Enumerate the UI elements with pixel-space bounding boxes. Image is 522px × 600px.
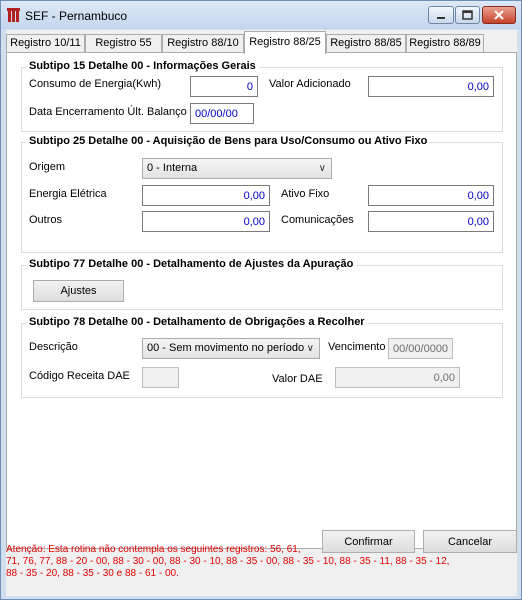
valor-dae-field[interactable]	[335, 367, 460, 388]
chevron-down-icon: ∨	[318, 163, 326, 174]
group-title-subtipo-25: Subtipo 25 Detalhe 00 - Aquisição de Ben…	[26, 135, 431, 147]
chevron-down-icon: ∨	[306, 343, 314, 354]
valor-dae-label: Valor DAE	[272, 373, 323, 385]
tab-registro-88-25[interactable]: Registro 88/25	[244, 31, 326, 54]
group-title-subtipo-15: Subtipo 15 Detalhe 00 - Informações Gera…	[26, 60, 259, 72]
origem-selected-value: 0 - Interna	[147, 162, 198, 174]
consumo-energia-field[interactable]	[190, 76, 258, 97]
group-subtipo-78: Subtipo 78 Detalhe 00 - Detalhamento de …	[21, 316, 503, 398]
group-subtipo-77: Subtipo 77 Detalhe 00 - Detalhamento de …	[21, 258, 503, 310]
tab-registro-55[interactable]: Registro 55	[85, 34, 162, 53]
sef-app-icon	[7, 8, 20, 22]
descricao-selected-value: 00 - Sem movimento no período	[147, 342, 305, 354]
ativo-fixo-label: Ativo Fixo	[281, 188, 330, 200]
minimize-icon	[437, 17, 445, 19]
comunicacoes-label: Comunicações	[281, 214, 354, 226]
outros-field[interactable]	[142, 211, 270, 232]
origem-label: Origem	[29, 161, 66, 173]
tab-registro-88-85[interactable]: Registro 88/85	[326, 34, 406, 53]
tab-registro-88-89[interactable]: Registro 88/89	[406, 34, 484, 53]
tab-registro-10-11[interactable]: Registro 10/11	[6, 34, 85, 53]
codigo-receita-dae-field[interactable]	[142, 367, 179, 388]
data-encerramento-label: Data Encerramento Últ. Balanço	[29, 106, 187, 118]
origem-select[interactable]: 0 - Interna ∨	[142, 158, 332, 179]
group-subtipo-15: Subtipo 15 Detalhe 00 - Informações Gera…	[21, 60, 503, 132]
descricao-select[interactable]: 00 - Sem movimento no período ∨	[142, 338, 320, 359]
vencimento-field[interactable]	[388, 338, 453, 359]
consumo-energia-label: Consumo de Energia(Kwh)	[29, 78, 162, 90]
group-title-subtipo-78: Subtipo 78 Detalhe 00 - Detalhamento de …	[26, 316, 368, 328]
ativo-fixo-field[interactable]	[368, 185, 494, 206]
maximize-button[interactable]	[455, 6, 480, 24]
group-title-subtipo-77: Subtipo 77 Detalhe 00 - Detalhamento de …	[26, 258, 357, 270]
ajustes-button[interactable]: Ajustes	[33, 280, 124, 302]
warning-message: Atenção: Esta rotina não contempla os se…	[6, 544, 450, 579]
minimize-button[interactable]	[428, 6, 454, 24]
tab-strip: Registro 10/11 Registro 55 Registro 88/1…	[6, 31, 517, 54]
application-window: SEF - Pernambuco Registro 10/11 Registro…	[0, 0, 522, 600]
vencimento-label: Vencimento	[328, 341, 386, 353]
data-encerramento-field[interactable]	[190, 103, 254, 124]
descricao-label: Descrição	[29, 341, 78, 353]
codigo-receita-dae-label: Código Receita DAE	[29, 370, 130, 382]
energia-eletrica-field[interactable]	[142, 185, 270, 206]
valor-adicionado-field[interactable]	[368, 76, 494, 97]
maximize-icon	[462, 10, 473, 20]
title-bar[interactable]: SEF - Pernambuco	[1, 1, 521, 29]
energia-eletrica-label: Energia Elétrica	[29, 188, 107, 200]
window-title: SEF - Pernambuco	[25, 9, 128, 23]
group-subtipo-25: Subtipo 25 Detalhe 00 - Aquisição de Ben…	[21, 135, 503, 253]
comunicacoes-field[interactable]	[368, 211, 494, 232]
tab-registro-88-10[interactable]: Registro 88/10	[162, 34, 244, 53]
outros-label: Outros	[29, 214, 63, 226]
dialog-client-area: Registro 10/11 Registro 55 Registro 88/1…	[6, 30, 517, 596]
valor-adicionado-label: Valor Adicionado	[269, 78, 351, 90]
close-icon	[494, 10, 504, 20]
close-button[interactable]	[482, 6, 516, 24]
tab-panel-registro-88-25: Subtipo 15 Detalhe 00 - Informações Gera…	[6, 52, 517, 549]
